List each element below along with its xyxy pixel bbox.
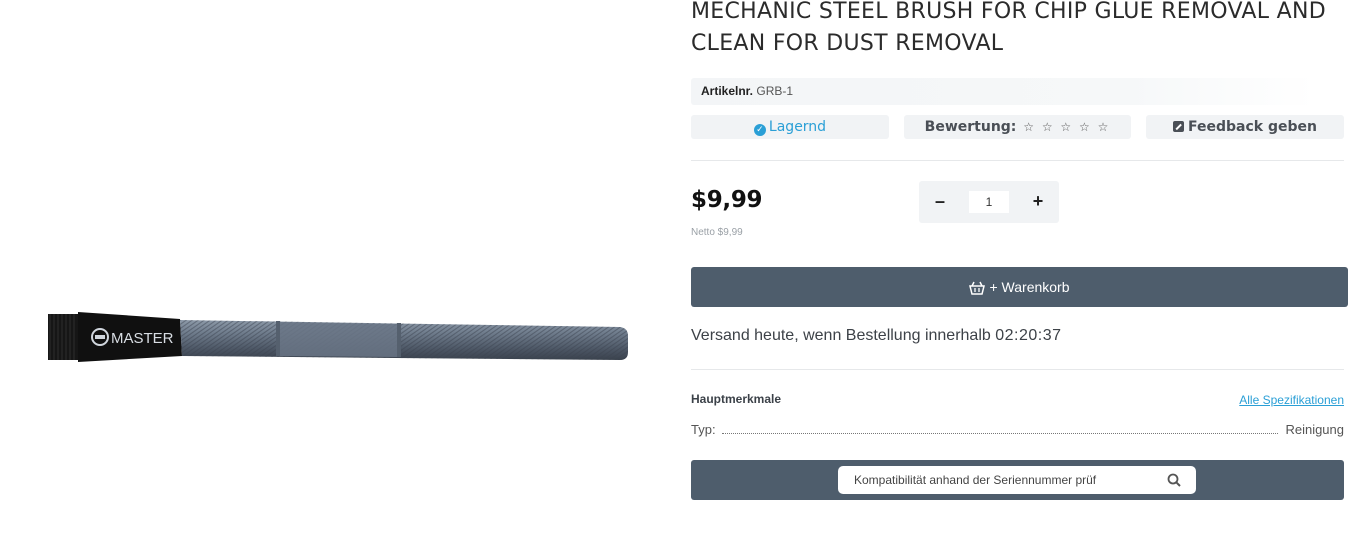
stock-label: Lagernd: [768, 119, 827, 135]
add-to-cart-label: + Warenkorb: [989, 279, 1070, 295]
cart-basket-icon: [969, 281, 986, 295]
feedback-button[interactable]: Feedback geben: [1146, 115, 1344, 139]
check-circle-icon: ✓: [753, 124, 766, 136]
shipping-text: Versand heute, wenn Bestellung innerhalb: [691, 327, 991, 344]
features-title: Hauptmerkmale: [691, 392, 782, 406]
search-icon[interactable]: [1167, 473, 1181, 487]
compatibility-search: [838, 466, 1196, 494]
quantity-increase-button[interactable]: +: [1017, 181, 1059, 223]
all-specs-link[interactable]: Alle Spezifikationen: [1239, 393, 1344, 407]
dotted-leader: [722, 433, 1278, 434]
divider: [691, 369, 1344, 370]
rating[interactable]: Bewertung: ☆ ☆ ☆ ☆ ☆: [904, 115, 1131, 139]
rating-label: Bewertung:: [924, 119, 1017, 135]
edit-icon: [1173, 121, 1185, 132]
star-rating-icons[interactable]: ☆ ☆ ☆ ☆ ☆: [1023, 120, 1110, 134]
product-image-area: MASTER: [0, 0, 670, 554]
shipping-notice: Versand heute, wenn Bestellung innerhalb…: [691, 327, 1062, 345]
product-image[interactable]: MASTER: [40, 300, 635, 375]
add-to-cart-button[interactable]: + Warenkorb: [691, 267, 1348, 307]
spec-key: Typ:: [691, 422, 722, 437]
brush-bristles: [48, 314, 80, 360]
stock-status: ✓ Lagernd: [691, 115, 889, 139]
feedback-label: Feedback geben: [1188, 119, 1317, 135]
quantity-decrease-button[interactable]: –: [919, 181, 961, 223]
compatibility-bar: [691, 460, 1344, 500]
divider: [691, 160, 1344, 161]
serial-number-input[interactable]: [838, 466, 1158, 494]
sku-label: Artikelnr.: [701, 84, 754, 98]
quantity-stepper: – +: [919, 181, 1059, 223]
meta-row: ✓ Lagernd Bewertung: ☆ ☆ ☆ ☆ ☆ Feedback g…: [691, 115, 1348, 139]
sku-box: Artikelnr. GRB-1: [691, 78, 1316, 105]
brand-text: MASTER: [111, 330, 174, 347]
netto-price: Netto $9,99: [691, 227, 743, 238]
product-price: $9,99: [691, 187, 763, 213]
spec-value: Reinigung: [1279, 422, 1344, 437]
product-title: MECHANIC STEEL BRUSH FOR CHIP GLUE REMOV…: [691, 0, 1326, 56]
quantity-input[interactable]: [969, 191, 1009, 213]
spec-row: Typ: Reinigung: [691, 422, 1344, 438]
shipping-countdown: 02:20:37: [995, 327, 1062, 344]
sku-value: GRB-1: [756, 84, 794, 98]
